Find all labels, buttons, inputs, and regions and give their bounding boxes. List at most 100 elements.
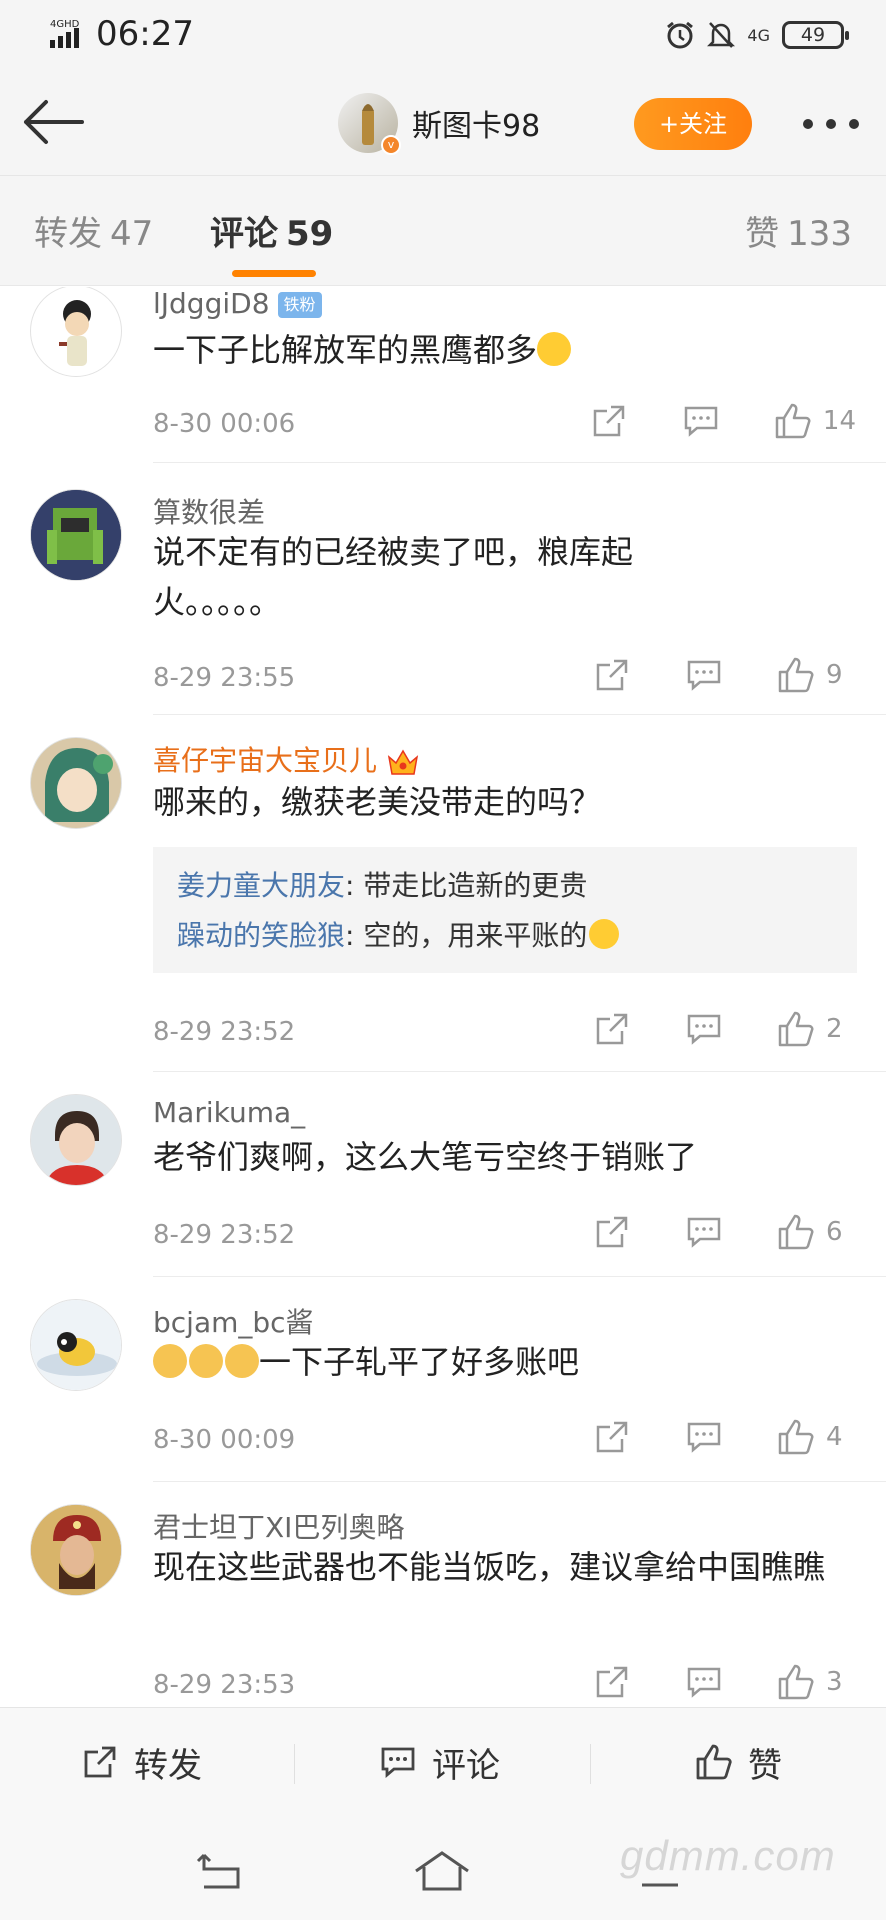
commenter-name[interactable]: 算数很差 xyxy=(153,491,265,531)
active-tab-indicator xyxy=(232,270,316,277)
reply-comment-icon[interactable] xyxy=(684,1212,724,1252)
like-count: 2 xyxy=(826,1014,843,1044)
like-thumb-icon[interactable] xyxy=(776,1212,816,1252)
share-icon[interactable] xyxy=(589,401,629,441)
fan-badge: 铁粉 xyxy=(277,292,322,318)
tab-like-count: 133 xyxy=(787,214,852,254)
back-arrow-icon[interactable] xyxy=(20,96,86,148)
share-icon[interactable] xyxy=(592,1662,632,1702)
avatar[interactable] xyxy=(30,287,122,377)
tab-like[interactable]: 赞 133 xyxy=(745,206,852,255)
separator xyxy=(590,1744,591,1784)
avatar[interactable] xyxy=(30,1504,122,1596)
battery-indicator: 49 xyxy=(782,21,849,49)
comment-actions: 9 xyxy=(540,655,856,695)
comment-icon xyxy=(381,1747,415,1779)
like-thumb-icon[interactable] xyxy=(776,1009,816,1049)
tab-repost-label: 转发 xyxy=(34,214,102,254)
commenter-name[interactable]: bcjam_bc酱 xyxy=(153,1301,314,1341)
nav-back-icon[interactable] xyxy=(190,1847,250,1897)
share-icon[interactable] xyxy=(592,1417,632,1457)
reply-comment-icon[interactable] xyxy=(684,1662,724,1702)
comment-actions: 3 xyxy=(540,1662,856,1702)
interaction-tabs: 转发 47 评论 59 赞 133 xyxy=(0,176,886,286)
like-thumb-icon[interactable] xyxy=(776,1662,816,1702)
commenter-name[interactable]: 喜仔宇宙大宝贝儿 xyxy=(153,739,420,779)
reply-author[interactable]: 躁动的笑脸狼 xyxy=(177,919,345,952)
alarm-icon xyxy=(667,21,694,49)
avatar[interactable] xyxy=(30,1094,122,1186)
like-button[interactable]: 赞 xyxy=(694,1738,782,1786)
child-photo-avatar-icon xyxy=(31,1095,121,1185)
mute-bell-icon xyxy=(707,22,736,48)
follow-button[interactable]: +关注 xyxy=(634,98,752,150)
comment-actions: 6 xyxy=(540,1212,856,1252)
comment-text: 现在这些武器也不能当饭吃，建议拿给中国瞧瞧 xyxy=(153,1548,826,1586)
doge-emoji-icon xyxy=(225,1344,259,1378)
reply-comment-icon[interactable] xyxy=(684,1009,724,1049)
nav-home-icon[interactable] xyxy=(412,1847,472,1897)
commenter-name[interactable]: 君士坦丁XI巴列奥略 xyxy=(153,1506,404,1546)
network-type: 4G xyxy=(747,25,770,45)
top-header: v 斯图卡98 +关注 xyxy=(0,70,886,176)
like-count: 14 xyxy=(822,406,856,436)
comment-actions: 14 xyxy=(537,401,856,441)
comment-text: 一下子轧平了好多账吧 xyxy=(153,1337,853,1387)
comment-text-content: 一下子轧平了好多账吧 xyxy=(259,1343,580,1381)
repost-button[interactable]: 转发 xyxy=(80,1738,202,1786)
comment-label: 评论 xyxy=(432,1745,500,1786)
tab-repost[interactable]: 转发 47 xyxy=(34,206,153,255)
commenter-name[interactable]: Marikuma_ xyxy=(153,1096,305,1129)
comment-item: 喜仔宇宙大宝贝儿 哪来的，缴获老美没带走的吗？ 姜力童大朋友: 带走比造新的更贵… xyxy=(0,715,886,1072)
avatar[interactable] xyxy=(30,737,122,829)
commenter-name-text: 喜仔宇宙大宝贝儿 xyxy=(153,744,378,777)
clock: 06:27 xyxy=(96,14,194,54)
comment-time: 8-29 23:55 xyxy=(153,663,296,693)
doge-emoji-icon xyxy=(153,1344,187,1378)
like-count: 6 xyxy=(826,1217,843,1247)
reply-text: : 空的，用来平账的 xyxy=(345,919,588,952)
comment-item: Marikuma_ 老爷们爽啊，这么大笔亏空终于销账了 8-29 23:52 6 xyxy=(0,1072,886,1277)
share-icon[interactable] xyxy=(592,655,632,695)
reply-comment-icon[interactable] xyxy=(681,401,721,441)
comment-actions: 2 xyxy=(540,1009,856,1049)
bird-avatar-icon xyxy=(31,1300,121,1390)
emoji-icon xyxy=(537,332,572,366)
avatar[interactable] xyxy=(30,489,122,581)
reply-comment-icon[interactable] xyxy=(684,1417,724,1457)
comment-item: 算数很差 说不定有的已经被卖了吧，粮库起火。。。。。 8-29 23:55 9 xyxy=(0,463,886,715)
author-avatar: v xyxy=(338,93,401,155)
reply-item: 姜力童大朋友: 带走比造新的更贵 xyxy=(177,861,833,911)
doge-emoji-icon xyxy=(189,1344,223,1378)
reply-preview-box[interactable]: 姜力童大朋友: 带走比造新的更贵 躁动的笑脸狼: 空的，用来平账的 xyxy=(153,847,857,973)
status-icons: 4G 49 xyxy=(665,18,849,52)
tab-comment[interactable]: 评论 59 xyxy=(210,206,333,255)
reply-author[interactable]: 姜力童大朋友 xyxy=(177,869,345,902)
comment-time: 8-29 23:52 xyxy=(153,1220,296,1250)
tab-comment-label: 评论 xyxy=(210,214,278,254)
share-icon[interactable] xyxy=(592,1212,632,1252)
comment-button[interactable]: 评论 xyxy=(378,1738,500,1786)
like-label: 赞 xyxy=(748,1745,782,1786)
like-thumb-icon[interactable] xyxy=(776,1417,816,1457)
reply-comment-icon[interactable] xyxy=(684,655,724,695)
avatar[interactable] xyxy=(30,1299,122,1391)
like-count: 3 xyxy=(826,1667,843,1697)
repost-label: 转发 xyxy=(134,1745,202,1786)
comment-list[interactable]: lJdggiD8 铁粉 一下子比解放军的黑鹰都多 8-30 00:06 14 算… xyxy=(0,287,886,1707)
post-author[interactable]: v 斯图卡98 xyxy=(338,92,540,155)
share-icon[interactable] xyxy=(592,1009,632,1049)
like-thumb-icon[interactable] xyxy=(773,401,813,441)
weibo-comment-screen: 4GHD 06:27 4G 49 v 斯图卡98 +关注 转发 47 评论 59… xyxy=(0,0,886,1920)
like-thumb-icon[interactable] xyxy=(776,655,816,695)
tab-repost-count: 47 xyxy=(110,214,154,254)
comment-text: 说不定有的已经被卖了吧，粮库起火。。。。。 xyxy=(153,533,634,621)
comment-actions: 4 xyxy=(540,1417,856,1457)
commenter-name[interactable]: lJdggiD8 铁粉 xyxy=(153,287,322,320)
comment-text: 哪来的，缴获老美没带走的吗？ xyxy=(153,783,602,821)
tab-like-label: 赞 xyxy=(745,214,780,254)
more-options-icon[interactable] xyxy=(802,114,860,134)
signal-icon: 4GHD xyxy=(50,19,80,48)
separator xyxy=(294,1744,295,1784)
like-count: 4 xyxy=(826,1422,843,1452)
